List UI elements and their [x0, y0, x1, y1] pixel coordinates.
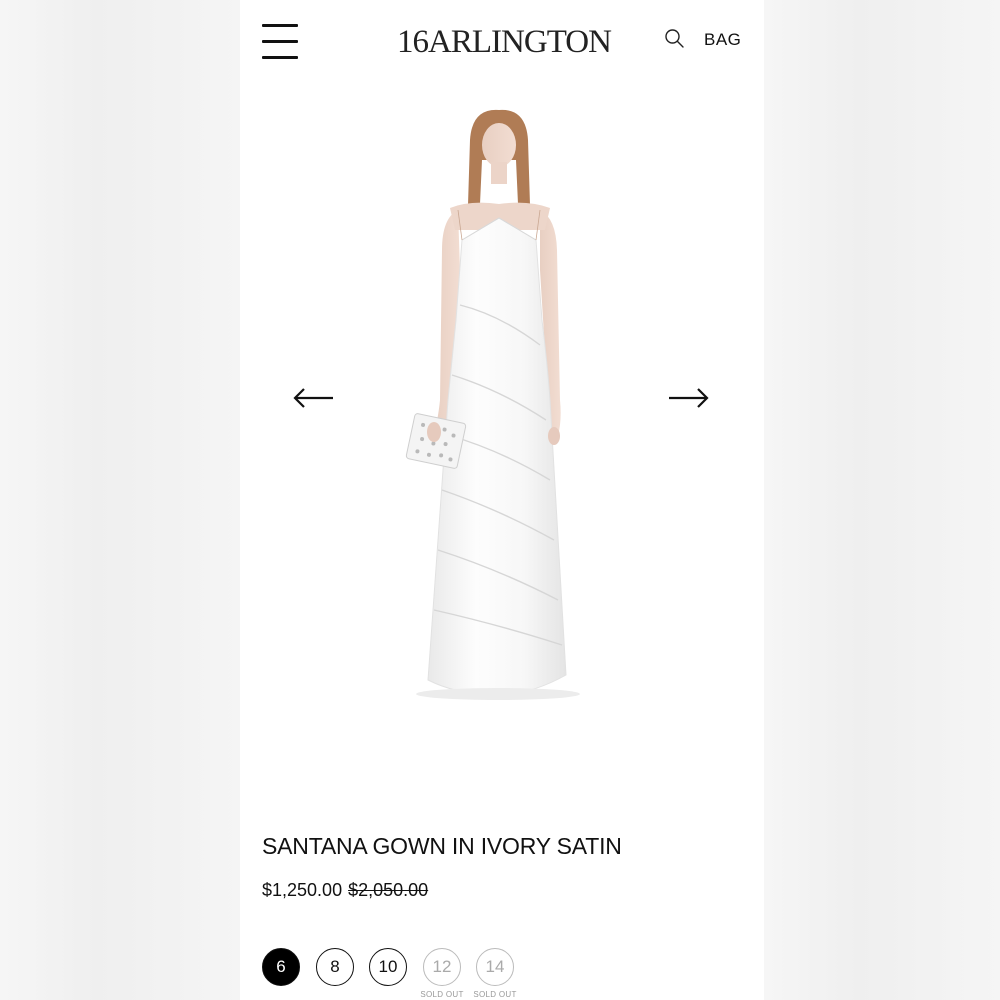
size-option-10[interactable]: 10	[369, 948, 407, 986]
size-option-8[interactable]: 8	[316, 948, 354, 986]
brand-logo[interactable]: 16ARLINGTON	[394, 24, 614, 61]
size-option-12[interactable]: 12	[423, 948, 461, 986]
arrow-right-icon[interactable]	[666, 384, 710, 412]
backdrop-left	[0, 0, 240, 1000]
sold-out-label: SOLD OUT	[473, 990, 517, 999]
product-page: 16ARLINGTON BAG SANTANA GOWN IN IVORY SA…	[240, 0, 764, 1000]
hamburger-menu-icon[interactable]	[262, 24, 300, 60]
size-option-14[interactable]: 14	[476, 948, 514, 986]
sold-out-label: SOLD OUT	[420, 990, 464, 999]
product-image	[405, 109, 580, 700]
product-title: SANTANA GOWN IN IVORY SATIN	[262, 833, 622, 859]
sale-price: $1,250.00	[262, 880, 343, 900]
search-icon[interactable]	[664, 28, 686, 50]
size-option-6[interactable]: 6	[262, 948, 300, 986]
bag-link[interactable]: BAG	[704, 30, 741, 50]
backdrop-right	[764, 0, 1000, 1000]
original-price: $2,050.00	[348, 880, 429, 900]
product-price: $1,250.00 $2,050.00	[262, 880, 428, 901]
arrow-left-icon[interactable]	[292, 384, 336, 412]
